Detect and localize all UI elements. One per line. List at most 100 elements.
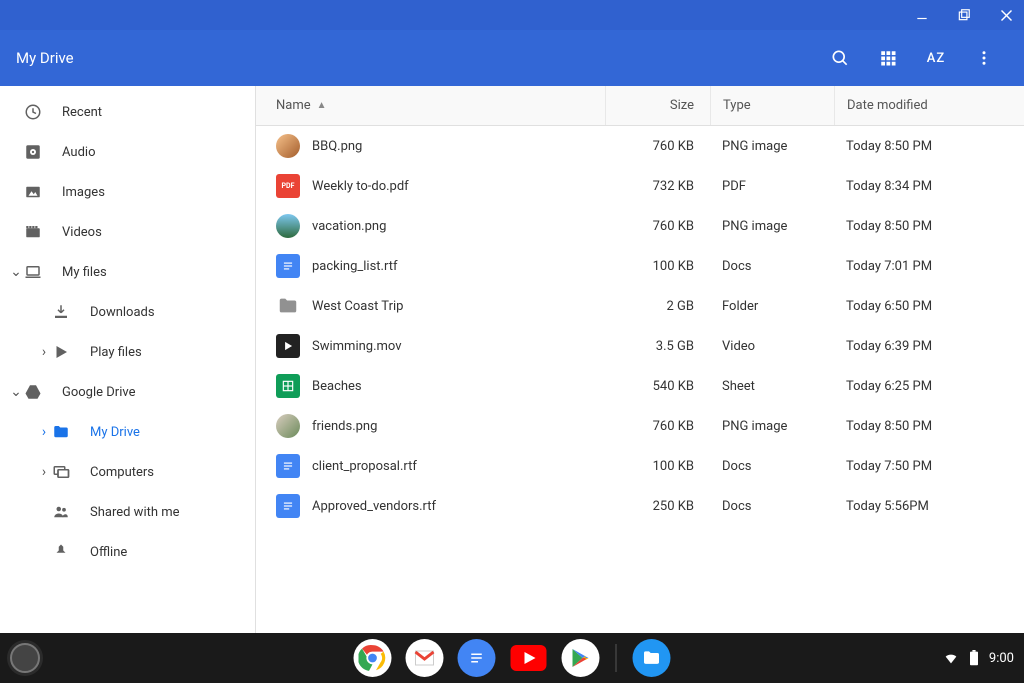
file-size: 760 KB [605,219,710,234]
app-files[interactable] [633,639,671,677]
sidebar-item-videos[interactable]: Videos [0,212,255,252]
app-gmail[interactable] [406,639,444,677]
drive-icon [24,383,48,401]
download-icon [52,303,76,321]
file-date: Today 7:01 PM [834,259,1024,274]
file-list: Name ▲ Size Type Date modified BBQ.png76… [256,86,1024,633]
audio-icon [24,143,48,161]
battery-icon [969,650,979,666]
column-size[interactable]: Size [605,86,710,125]
sidebar: Recent Audio Images Videos ⌄ My files [0,86,256,633]
file-date: Today 8:34 PM [834,179,1024,194]
file-size: 3.5 GB [605,339,710,354]
table-row[interactable]: packing_list.rtf100 KBDocsToday 7:01 PM [256,246,1024,286]
table-row[interactable]: client_proposal.rtf100 KBDocsToday 7:50 … [256,446,1024,486]
people-icon [52,503,76,521]
file-name: Weekly to-do.pdf [312,179,605,194]
file-type: PDF [710,179,834,194]
sidebar-item-label: Videos [62,225,102,240]
window-titlebar [0,0,1024,30]
clock-icon [24,103,48,121]
column-type[interactable]: Type [710,86,834,125]
close-button[interactable] [996,5,1016,25]
app-header: My Drive AZ [0,30,1024,86]
chevron-right-icon: › [34,344,54,360]
file-name: Swimming.mov [312,339,605,354]
app-youtube[interactable] [510,639,548,677]
app-playstore[interactable] [562,639,600,677]
sidebar-item-downloads[interactable]: Downloads [0,292,255,332]
video-icon [24,223,48,241]
more-options-button[interactable] [960,34,1008,82]
file-name: BBQ.png [312,139,605,154]
file-size: 540 KB [605,379,710,394]
file-date: Today 7:50 PM [834,459,1024,474]
page-title: My Drive [16,49,816,67]
sort-button[interactable]: AZ [912,34,960,82]
chevron-right-icon: › [34,464,54,480]
file-name: West Coast Trip [312,299,605,314]
table-row[interactable]: friends.png760 KBPNG imageToday 8:50 PM [256,406,1024,446]
table-row[interactable]: PDFWeekly to-do.pdf732 KBPDFToday 8:34 P… [256,166,1024,206]
file-date: Today 5:56PM [834,499,1024,514]
table-row[interactable]: West Coast Trip2 GBFolderToday 6:50 PM [256,286,1024,326]
minimize-button[interactable] [912,5,932,25]
wifi-icon [943,650,959,666]
sidebar-item-label: Google Drive [62,385,135,400]
column-name[interactable]: Name ▲ [256,98,605,113]
file-date: Today 8:50 PM [834,219,1024,234]
table-row[interactable]: Approved_vendors.rtf250 KBDocsToday 5:56… [256,486,1024,526]
play-icon [52,343,76,361]
file-name: friends.png [312,419,605,434]
sidebar-item-googledrive[interactable]: ⌄ Google Drive [0,372,255,412]
chevron-right-icon: › [34,424,54,440]
sidebar-item-audio[interactable]: Audio [0,132,255,172]
launcher-button[interactable] [10,643,40,673]
file-type: Docs [710,259,834,274]
column-date[interactable]: Date modified [834,86,1024,125]
table-row[interactable]: vacation.png760 KBPNG imageToday 8:50 PM [256,206,1024,246]
file-type: Folder [710,299,834,314]
sidebar-item-label: Audio [62,145,95,160]
sidebar-item-shared[interactable]: Shared with me [0,492,255,532]
file-date: Today 6:25 PM [834,379,1024,394]
view-grid-button[interactable] [864,34,912,82]
file-type: PNG image [710,139,834,154]
sidebar-item-images[interactable]: Images [0,172,255,212]
file-name: packing_list.rtf [312,259,605,274]
system-tray[interactable]: 9:00 [943,650,1014,666]
laptop-icon [24,263,48,281]
sidebar-item-computers[interactable]: › Computers [0,452,255,492]
file-name: client_proposal.rtf [312,459,605,474]
file-size: 100 KB [605,259,710,274]
file-name: vacation.png [312,219,605,234]
folder-icon [52,423,76,441]
maximize-button[interactable] [954,5,974,25]
sidebar-item-recent[interactable]: Recent [0,92,255,132]
file-type: Video [710,339,834,354]
sidebar-item-myfiles[interactable]: ⌄ My files [0,252,255,292]
file-size: 2 GB [605,299,710,314]
file-size: 732 KB [605,179,710,194]
file-date: Today 8:50 PM [834,419,1024,434]
search-button[interactable] [816,34,864,82]
table-row[interactable]: Swimming.mov3.5 GBVideoToday 6:39 PM [256,326,1024,366]
image-icon [24,183,48,201]
app-dock [354,639,671,677]
table-row[interactable]: Beaches540 KBSheetToday 6:25 PM [256,366,1024,406]
sidebar-item-mydrive[interactable]: › My Drive [0,412,255,452]
app-docs[interactable] [458,639,496,677]
file-type: Sheet [710,379,834,394]
sidebar-item-playfiles[interactable]: › Play files [0,332,255,372]
clock: 9:00 [989,651,1014,666]
taskbar: 9:00 [0,633,1024,683]
file-size: 100 KB [605,459,710,474]
app-chrome[interactable] [354,639,392,677]
sidebar-item-label: Play files [90,345,142,360]
file-type: Docs [710,499,834,514]
sidebar-item-label: Images [62,185,105,200]
sidebar-item-offline[interactable]: Offline [0,532,255,572]
file-size: 760 KB [605,139,710,154]
table-row[interactable]: BBQ.png760 KBPNG imageToday 8:50 PM [256,126,1024,166]
file-type: Docs [710,459,834,474]
